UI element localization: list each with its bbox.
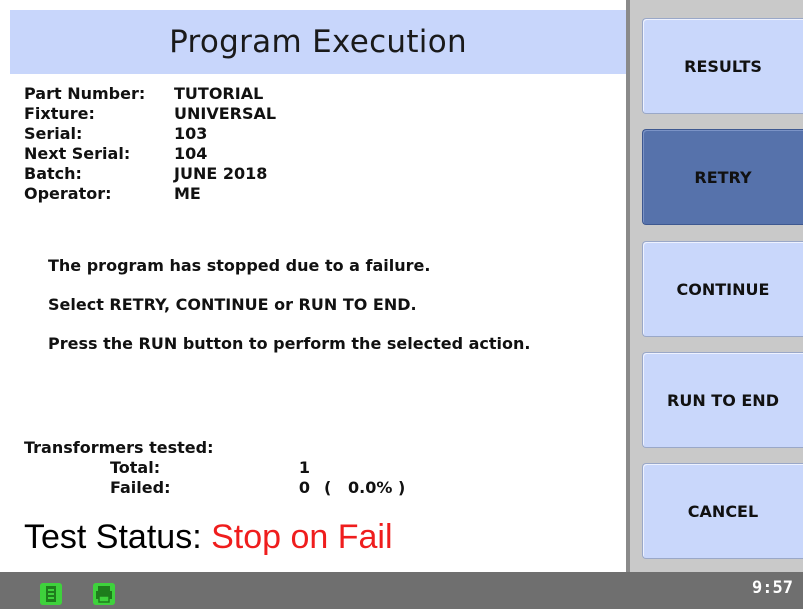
total-value: 1 <box>298 458 310 477</box>
page-title: Program Execution <box>10 10 626 74</box>
list-icon[interactable] <box>40 583 62 605</box>
retry-button[interactable]: RETRY <box>642 129 803 225</box>
message-line: Select RETRY, CONTINUE or RUN TO END. <box>48 295 417 314</box>
printer-icon[interactable] <box>93 583 115 605</box>
failed-value: 0 <box>298 478 310 497</box>
cancel-button[interactable]: CANCEL <box>642 463 803 559</box>
run-to-end-button[interactable]: RUN TO END <box>642 352 803 448</box>
info-label: Batch: <box>24 164 82 183</box>
info-value: ME <box>174 184 201 203</box>
test-status-value: Stop on Fail <box>211 518 393 556</box>
total-row: Total: 1 <box>24 458 310 478</box>
panel-divider <box>626 0 630 572</box>
total-label: Total: <box>110 458 161 477</box>
test-status: Test Status: Stop on Fail <box>24 518 393 557</box>
transformers-tested: Transformers tested: Total: 1 Failed: 0 … <box>24 438 405 498</box>
message-line: The program has stopped due to a failure… <box>48 256 431 275</box>
info-row-operator: Operator: ME <box>24 184 276 204</box>
results-button[interactable]: RESULTS <box>642 18 803 114</box>
info-row-next-serial: Next Serial: 104 <box>24 144 276 164</box>
info-label: Operator: <box>24 184 112 203</box>
info-value: TUTORIAL <box>174 84 264 103</box>
info-value: UNIVERSAL <box>174 104 277 123</box>
info-row-part-number: Part Number: TUTORIAL <box>24 84 276 104</box>
status-bar <box>0 572 803 609</box>
message-line: Press the RUN button to perform the sele… <box>48 334 531 353</box>
info-label: Next Serial: <box>24 144 131 163</box>
failed-label: Failed: <box>110 478 171 497</box>
info-value: 104 <box>174 144 208 163</box>
info-row-serial: Serial: 103 <box>24 124 276 144</box>
continue-button[interactable]: CONTINUE <box>642 241 803 337</box>
main-panel: Program Execution Part Number: TUTORIAL … <box>10 10 626 572</box>
failed-percent: ( 0.0% ) <box>324 478 406 497</box>
failed-row: Failed: 0 ( 0.0% ) <box>24 478 405 498</box>
program-info: Part Number: TUTORIAL Fixture: UNIVERSAL… <box>24 84 276 204</box>
info-value: JUNE 2018 <box>174 164 268 183</box>
info-label: Part Number: <box>24 84 146 103</box>
test-status-label: Test Status: <box>24 518 202 556</box>
info-row-fixture: Fixture: UNIVERSAL <box>24 104 276 124</box>
info-value: 103 <box>174 124 208 143</box>
clock: 9:57 <box>752 578 793 598</box>
status-messages: The program has stopped due to a failure… <box>48 256 530 373</box>
info-row-batch: Batch: JUNE 2018 <box>24 164 276 184</box>
info-label: Serial: <box>24 124 83 143</box>
info-label: Fixture: <box>24 104 95 123</box>
tested-heading: Transformers tested: <box>24 438 214 457</box>
